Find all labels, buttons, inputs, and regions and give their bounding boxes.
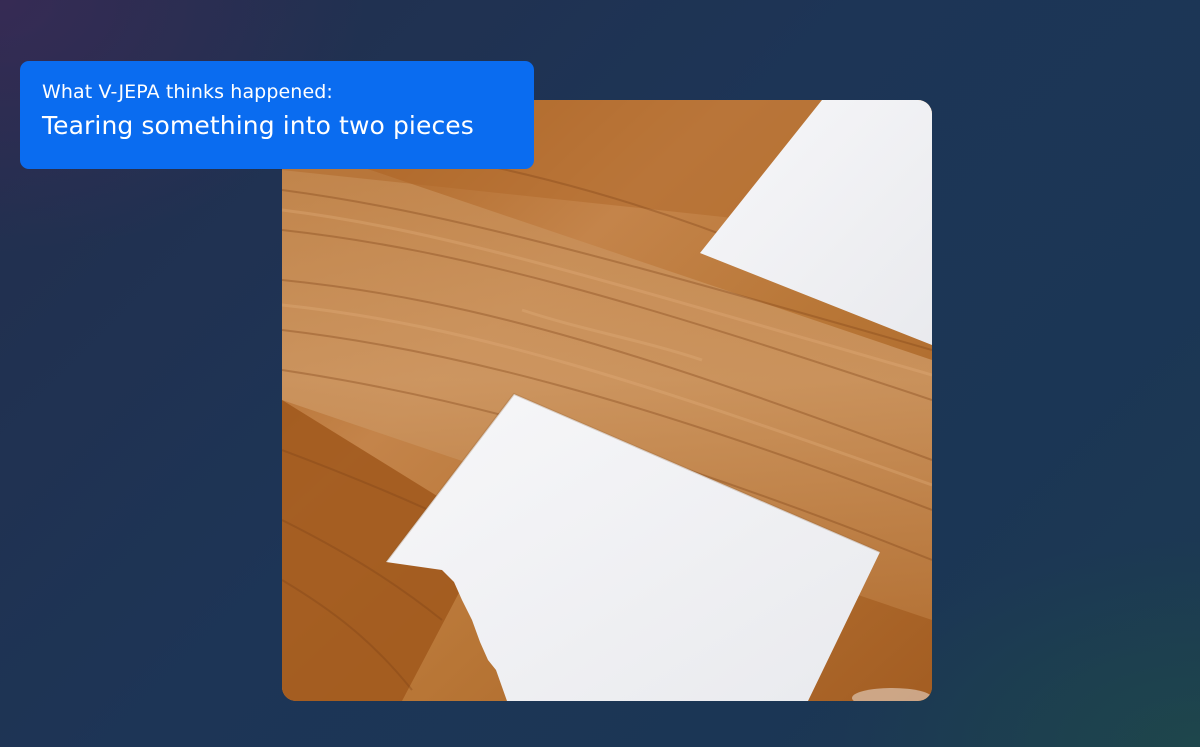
video-scene-image [282, 100, 932, 701]
prediction-caption: What V-JEPA thinks happened: Tearing som… [20, 61, 534, 169]
caption-title: Tearing something into two pieces [42, 111, 474, 140]
caption-subtitle: What V-JEPA thinks happened: [42, 81, 333, 103]
video-frame [282, 100, 932, 701]
